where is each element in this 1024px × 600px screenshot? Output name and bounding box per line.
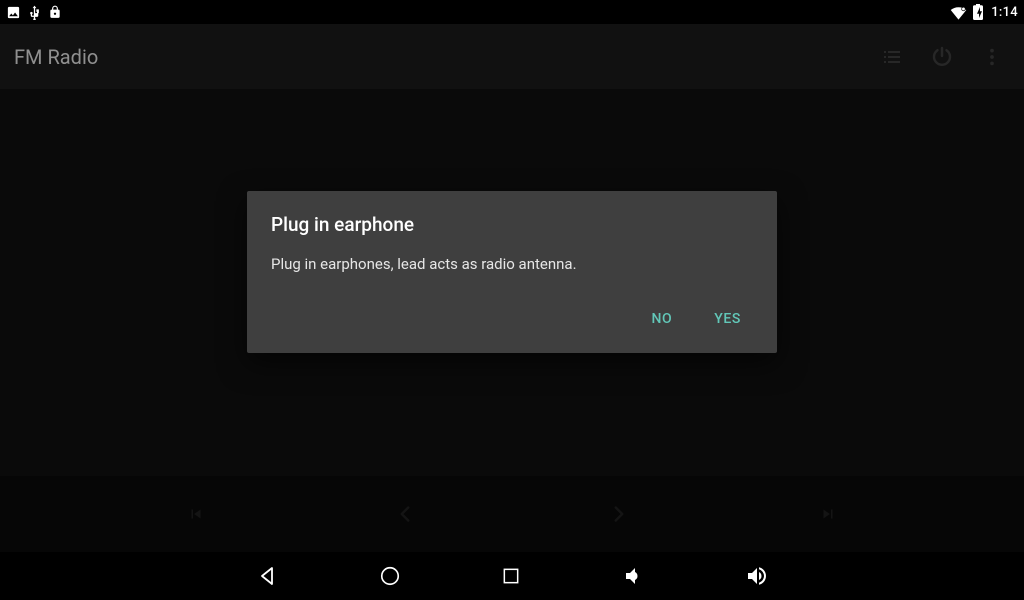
lock-icon [48,5,62,19]
plug-in-earphone-dialog: Plug in earphone Plug in earphones, lead… [247,191,777,352]
dialog-scrim[interactable]: Plug in earphone Plug in earphones, lead… [0,24,1024,552]
nav-recents-icon[interactable] [501,566,521,586]
dialog-message: Plug in earphones, lead acts as radio an… [271,254,753,274]
nav-volume-low-icon[interactable] [621,564,645,588]
nav-home-icon[interactable] [379,565,401,587]
usb-icon [27,5,42,20]
status-clock: 1:14 [991,5,1018,20]
no-button[interactable]: NO [647,305,676,333]
nav-volume-high-icon[interactable] [745,564,769,588]
wifi-icon [950,5,967,20]
image-icon [6,5,21,20]
system-status-bar: 1:14 [0,0,1024,24]
system-navigation-bar [0,552,1024,600]
nav-back-icon[interactable] [255,564,279,588]
yes-button[interactable]: YES [710,305,745,333]
status-left-group [6,5,62,20]
dialog-actions: NO YES [271,305,753,341]
dialog-title: Plug in earphone [271,213,753,236]
battery-charging-icon [973,4,983,20]
status-right-group: 1:14 [950,4,1018,20]
